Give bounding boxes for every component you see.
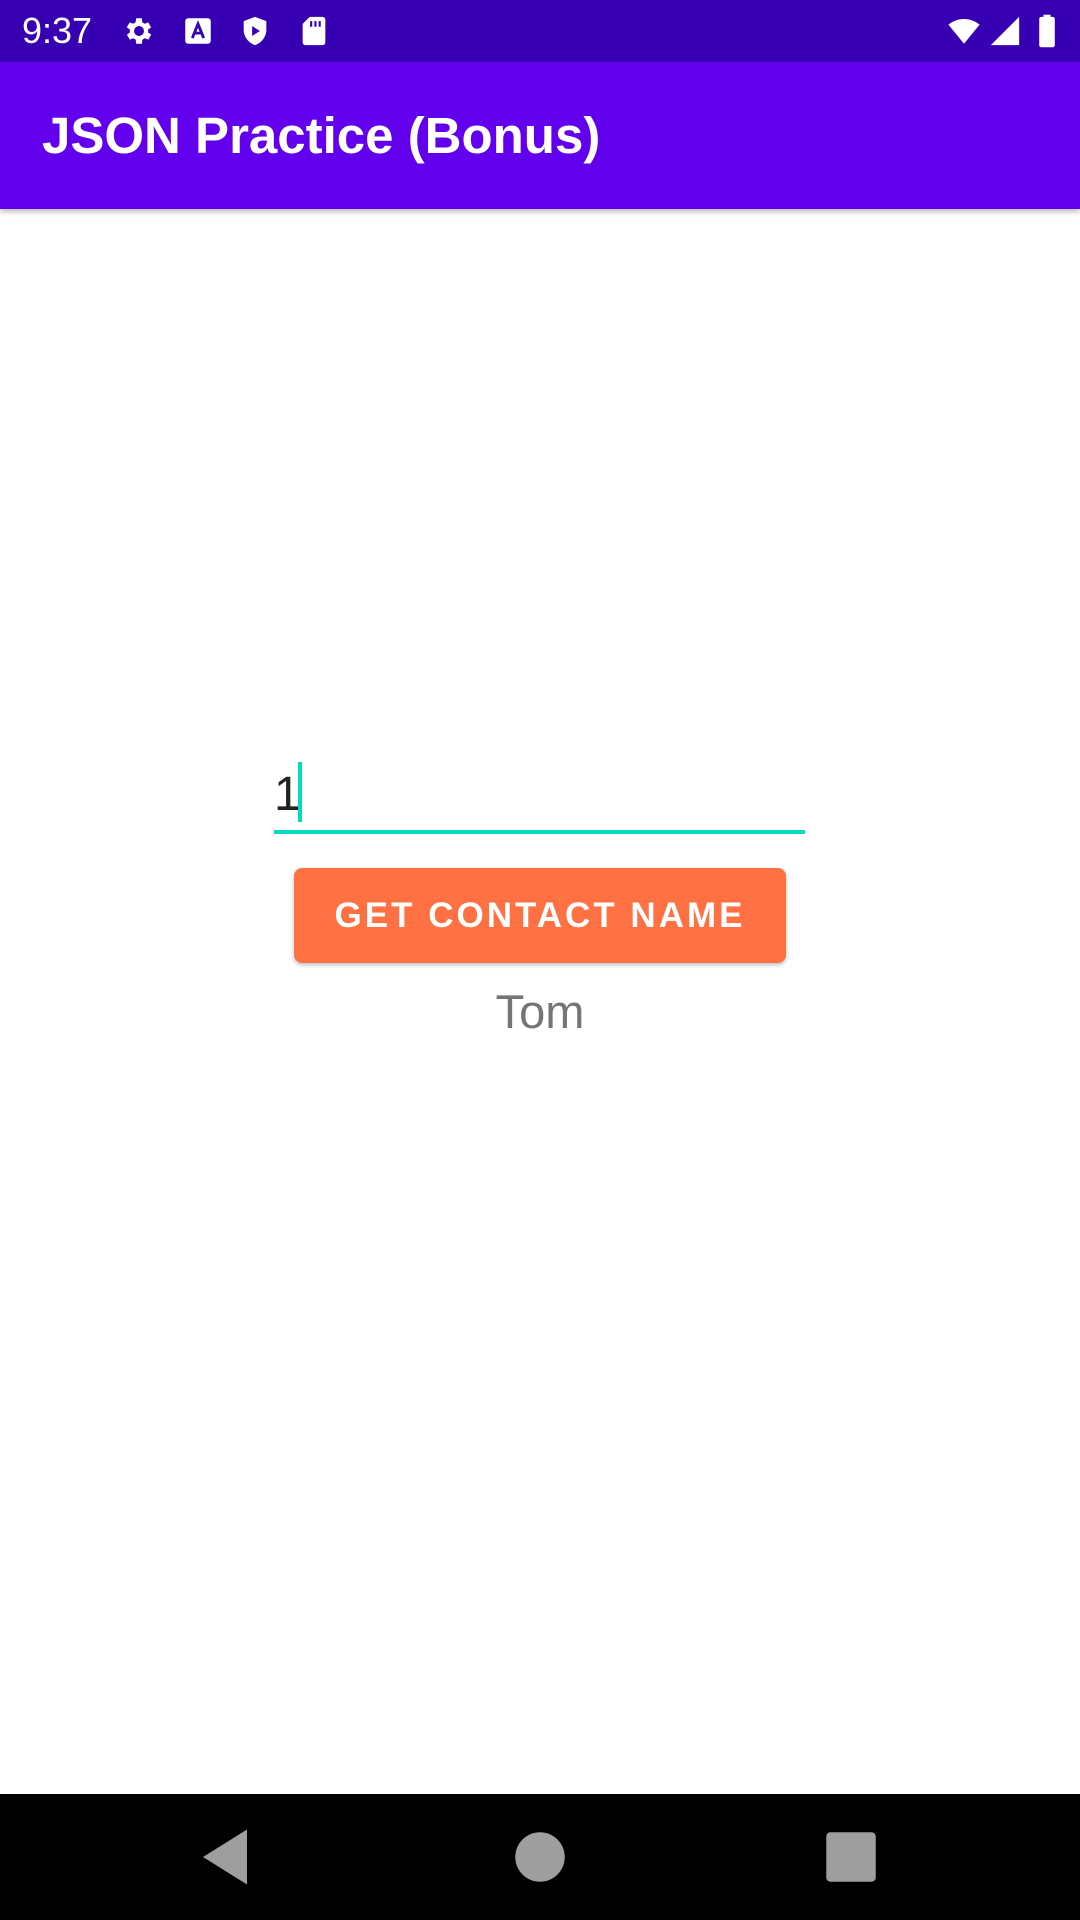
contact-id-field [274,752,805,834]
text-cursor [298,762,302,822]
status-time: 9:37 [22,10,93,51]
recents-icon[interactable] [818,1824,884,1890]
text-a-icon [181,14,215,48]
get-contact-name-button[interactable]: GET CONTACT NAME [294,868,786,963]
sd-card-icon [297,14,331,48]
back-icon[interactable] [192,1824,258,1890]
battery-icon [1036,14,1058,48]
page-title: JSON Practice (Bonus) [42,107,601,164]
shield-play-icon [238,14,272,48]
contact-name-result: Tom [495,985,585,1038]
gear-icon [122,14,156,48]
app-bar: JSON Practice (Bonus) [0,62,1080,209]
status-bar: 9:37 [0,0,1080,62]
home-icon[interactable] [507,1824,573,1890]
navigation-bar [0,1794,1080,1920]
signal-icon [988,14,1022,48]
wifi-icon [944,14,984,48]
screen: 9:37 JSON Practice (Bonus) GET [0,0,1080,1920]
contact-id-input[interactable] [274,752,805,834]
